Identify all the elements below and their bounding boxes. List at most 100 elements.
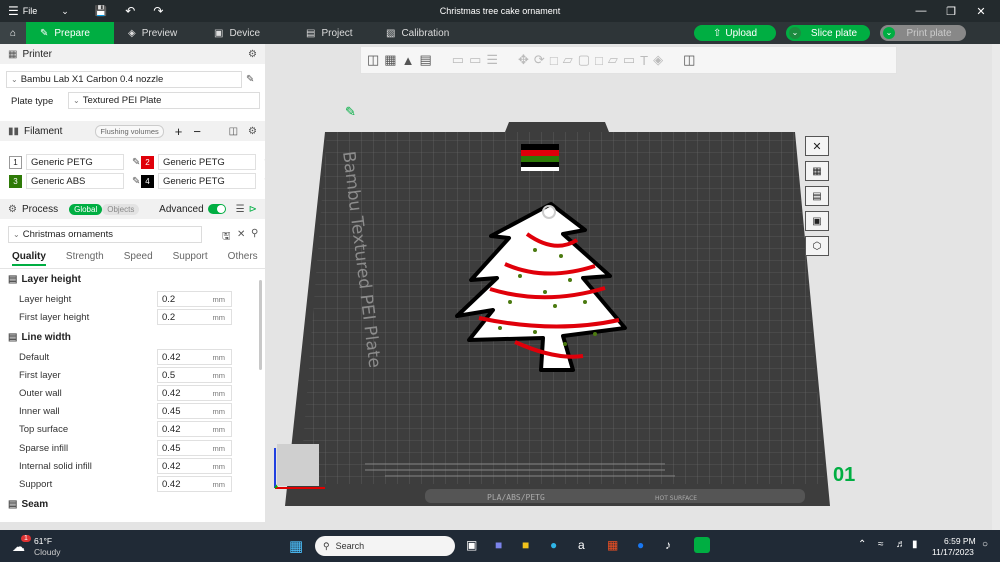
taskbar-search[interactable]: ⚲ Search [315,536,455,556]
filament-slot-2[interactable]: 2 Generic PETG ✎ [141,154,265,170]
process-preset-select[interactable]: ⌄ Christmas ornaments [8,226,202,243]
undo-icon[interactable]: ↶ [125,4,135,18]
gear-icon[interactable]: ⚙ [248,49,257,60]
edit-icon[interactable]: ✎ [132,176,140,187]
notification-icon[interactable]: ○ [982,539,988,550]
chevron-up-icon[interactable]: ⌃ [858,539,866,550]
orient-plate-icon[interactable]: ▤ [805,186,829,206]
preview-icon: ◈ [128,27,136,39]
print-plate-button[interactable]: ⌄ Print plate [880,25,966,41]
process-section-header: ⚙ Process Global Objects Advanced ☰ ⊳ [0,199,265,219]
3d-viewport[interactable]: ◫ ▦ ▲ ▤ ▭ ▭ ☰ ✥ ⟳ □ ▱ ▢ □ ▱ ▭ T ◈ ◫ ✎ Ba… [265,44,992,522]
outer-wall-input[interactable]: 0.42 mm [157,385,232,401]
clock-time[interactable]: 6:59 PM [944,536,976,546]
filament-slot-3[interactable]: 3 Generic ABS ✎ [9,173,140,189]
filament-slot-4[interactable]: 4 Generic PETG ✎ [141,173,265,189]
advanced-switch[interactable] [207,204,226,214]
file-explorer-icon[interactable]: ■ [522,538,529,552]
amazon-icon[interactable]: a [578,538,585,552]
gear-icon[interactable]: ⚙ [248,126,257,137]
start-icon[interactable]: ▦ [289,537,303,555]
save-icon[interactable]: 💾 [95,6,107,17]
task-view-icon[interactable]: ▣ [466,538,477,552]
tab-prepare[interactable]: ✎ Prepare [26,22,114,44]
home-icon[interactable]: ⌂ [0,22,26,44]
plate-type-select[interactable]: ⌄ Textured PEI Plate [68,92,260,109]
objects-toggle[interactable]: Objects [102,203,140,215]
internal-solid-infill-value: 0.42 [162,460,181,472]
plate-type-label: Plate type [11,96,54,107]
tab-others[interactable]: Others [228,251,258,266]
inner-wall-input[interactable]: 0.45 mm [157,403,232,419]
maximize-button[interactable]: ❐ [936,5,966,18]
chevron-down-icon[interactable]: ⌄ [883,27,895,39]
sparse-infill-input[interactable]: 0.45 mm [157,440,232,456]
global-toggle[interactable]: Global [69,203,103,215]
internal-solid-infill-input[interactable]: 0.42 mm [157,458,232,474]
printer-select[interactable]: ⌄ Bambu Lab X1 Carbon 0.4 nozzle [6,71,242,88]
edge-icon[interactable]: ● [550,538,557,552]
volume-icon[interactable]: ♬ [896,539,906,550]
remove-icon[interactable]: − [193,124,201,139]
top-surface-value: 0.42 [162,423,181,435]
redo-icon[interactable]: ↷ [153,4,163,18]
filament-slot-1[interactable]: 1 Generic PETG ✎ [9,154,140,170]
outer-wall-label: Outer wall [19,388,62,399]
store-icon[interactable]: ▦ [607,538,618,552]
search-placeholder: Search [335,541,365,551]
upload-button[interactable]: ⇧ Upload [694,25,776,41]
plate-tools: ✕ ▦ ▤ ▣ ⬡ [805,136,829,256]
support-input[interactable]: 0.42 mm [157,476,232,492]
plate-settings-icon[interactable]: ⬡ [805,236,829,256]
close-plate-icon[interactable]: ✕ [805,136,829,156]
first-layer-value: 0.5 [162,369,176,381]
chevron-down-icon[interactable]: ⌄ [61,6,69,17]
slice-plate-button[interactable]: ⌄ Slice plate [786,25,870,41]
arrange-plate-icon[interactable]: ▦ [805,161,829,181]
tab-device[interactable]: ▣ Device [200,22,292,44]
add-icon[interactable]: + [175,124,183,139]
printer-section-label: Printer [22,48,52,60]
clock-date[interactable]: 11/17/2023 [932,547,974,557]
tab-preview[interactable]: ◈ Preview [114,22,200,44]
first-layer-input[interactable]: 0.5 mm [157,367,232,383]
top-surface-input[interactable]: 0.42 mm [157,421,232,437]
tab-support[interactable]: Support [173,251,208,266]
battery-icon[interactable]: ▮ [912,539,918,550]
outer-wall-value: 0.42 [162,387,181,399]
flushing-volumes-button[interactable]: Flushing volumes [95,124,164,138]
layer-height-input[interactable]: 0.2 mm [157,291,232,307]
compare-icon[interactable]: ⊳ [249,204,257,215]
tab-speed[interactable]: Speed [124,251,153,266]
wifi-icon[interactable]: ≈ [878,539,884,550]
tab-project[interactable]: ▤ Project [292,22,372,44]
tab-strength[interactable]: Strength [66,251,104,266]
line-width-heading: ▤ Line width [8,332,71,343]
first-layer-height-input[interactable]: 0.2 mm [157,309,232,325]
save-icon[interactable]: 🖫 [222,229,231,246]
unit-label: mm [212,443,226,453]
default-input[interactable]: 0.42 mm [157,349,232,365]
close-icon[interactable]: ✕ [237,229,245,240]
teams-icon[interactable]: ■ [495,538,502,552]
chevron-down-icon: ⌄ [13,230,20,239]
default-value: 0.42 [162,351,181,363]
menu-icon[interactable]: ☰ [8,4,19,18]
close-button[interactable]: ✕ [966,5,996,18]
sidebar-scrollbar[interactable] [259,280,262,370]
tab-quality[interactable]: Quality [12,251,46,266]
lock-icon[interactable]: ▣ [805,211,829,231]
tiktok-icon[interactable]: ♪ [665,538,671,552]
edit-icon[interactable]: ✎ [132,157,140,168]
tab-calibration[interactable]: ▧ Calibration [372,22,472,44]
list-icon[interactable]: ☰ [236,204,245,215]
bambu-studio-icon[interactable] [694,537,710,553]
edit-icon[interactable]: ✎ [246,74,254,85]
minimize-button[interactable]: — [906,5,936,17]
chevron-down-icon[interactable]: ⌄ [789,27,801,39]
file-menu[interactable]: File [23,6,38,16]
facebook-icon[interactable]: ● [637,538,644,552]
build-plate-scene: Bambu Textured PEI Plate PLA/ABS/PETG HO… [274,122,830,506]
sync-icon[interactable]: ◫ [229,126,238,137]
search-icon[interactable]: ⚲ [251,228,258,239]
